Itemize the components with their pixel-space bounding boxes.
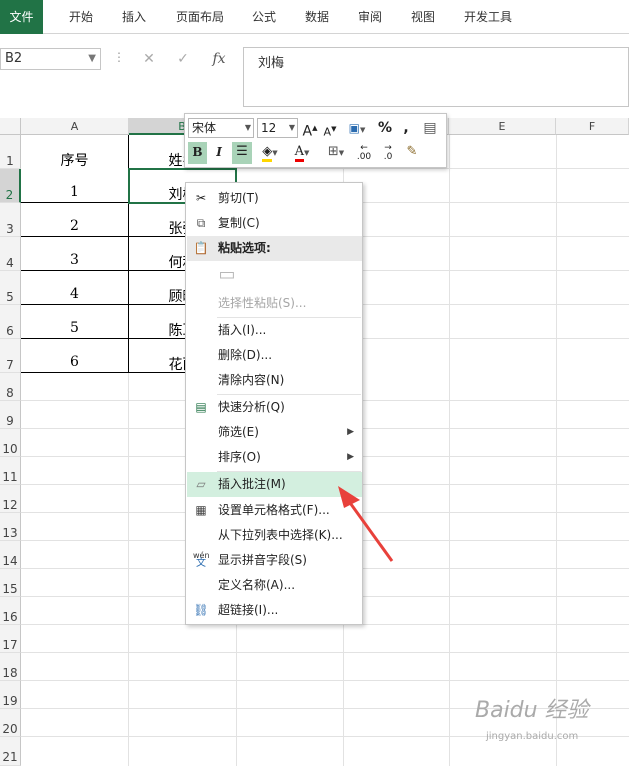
baidu-watermark: Baidu 经验 <box>475 698 589 723</box>
baidu-watermark-url: jingyan.baidu.com <box>486 731 579 742</box>
annotation-arrow <box>338 486 394 562</box>
